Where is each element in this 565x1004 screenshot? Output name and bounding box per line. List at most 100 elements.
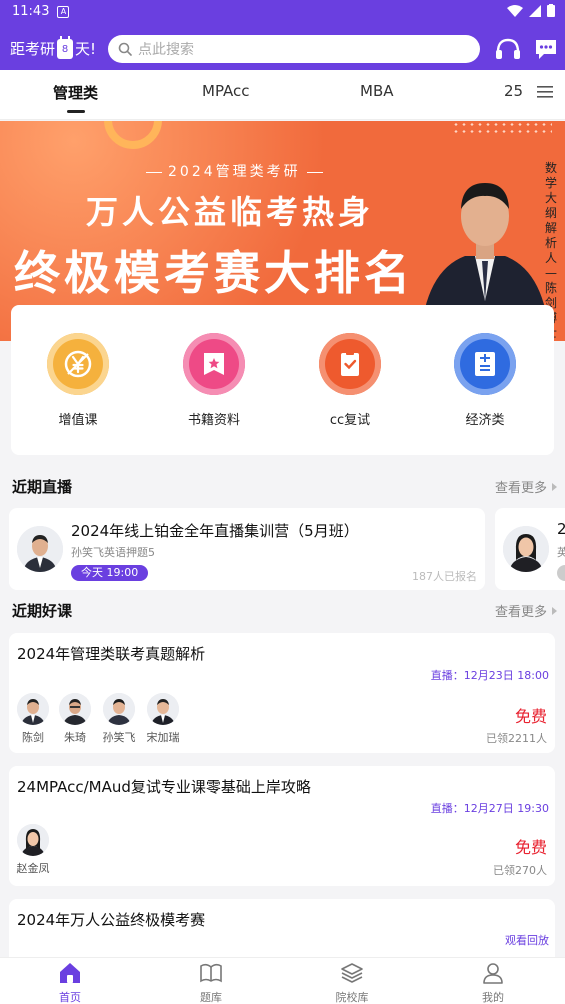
section-title-live: 近期直播 — [12, 478, 73, 496]
quick-item-label: 书籍资料 — [187, 413, 240, 428]
nav-label: 首页 — [59, 991, 81, 1004]
category-tabs: 管理类 MPAcc MBA 25 — [0, 70, 565, 120]
teacher-name: 孙笑飞 — [102, 731, 136, 744]
nav-schools[interactable]: 院校库 — [317, 962, 387, 1004]
headset-button[interactable] — [494, 36, 522, 62]
teacher-avatar — [503, 526, 549, 572]
bottom-nav: 首页 题库 院校库 我的 — [0, 957, 565, 1004]
live-subtitle: 英 — [557, 546, 565, 559]
teacher-avatar — [59, 693, 91, 725]
teacher-name: 陈剑 — [22, 731, 44, 744]
home-icon — [60, 963, 80, 983]
teacher-item: 宋加瑞 — [143, 693, 183, 745]
quick-item-label: cc复试 — [329, 413, 371, 428]
teacher-item: 孙笑飞 — [99, 693, 139, 745]
status-indicators — [507, 4, 555, 17]
banner-title: 万人公益临考热身 — [86, 193, 375, 231]
teacher-name: 宋加瑞 — [146, 731, 180, 744]
quick-item-economics[interactable]: 经济类 — [435, 333, 535, 428]
layers-icon — [341, 963, 363, 983]
course-price: 免费 — [514, 707, 547, 726]
headset-icon — [496, 38, 520, 59]
exam-countdown[interactable]: 距考研 8 天! — [10, 35, 97, 59]
quick-item-books[interactable]: 书籍资料 — [164, 333, 264, 428]
status-bar: 11:43 A — [12, 4, 70, 19]
quick-menu: 增值课 书籍资料 cc复试 经济类 — [11, 305, 554, 455]
tab-25[interactable]: 25 — [504, 82, 524, 100]
tab-management[interactable]: 管理类 — [53, 82, 98, 113]
see-more-label: 查看更多 — [494, 605, 547, 620]
nav-home[interactable]: 首页 — [35, 962, 105, 1004]
tab-mba[interactable]: MBA — [360, 82, 394, 100]
course-card[interactable]: 2024年管理类联考真题解析 直播：12月23日 18:00 陈剑 朱琦 孙笑飞… — [9, 633, 555, 753]
battery-icon — [547, 4, 555, 17]
nav-label: 院校库 — [335, 991, 369, 1004]
teacher-avatar — [17, 693, 49, 725]
live-title: 2024年线上铂金全年直播集训营（5月班） — [71, 522, 359, 540]
nav-label: 我的 — [482, 991, 504, 1004]
live-time-badge: 今天 19:00 — [71, 565, 149, 581]
clipboard-check-icon — [319, 333, 381, 395]
quick-item-label: 增值课 — [58, 413, 98, 428]
signal-icon — [529, 4, 541, 17]
course-live-time: 直播：12月27日 19:30 — [430, 802, 549, 815]
teacher-avatar — [17, 824, 49, 856]
banner-headline: 终极模考赛大排名 — [14, 246, 414, 300]
book-star-icon — [183, 333, 245, 395]
chat-bubble-icon — [536, 40, 556, 59]
courses-see-more-link[interactable]: 查看更多 — [495, 601, 557, 620]
live-subtitle: 孙笑飞英语押题5 — [71, 546, 155, 559]
wifi-icon — [507, 4, 523, 17]
live-card[interactable]: 2024年线上铂金全年直播集训营（5月班） 孙笑飞英语押题5 今天 19:00 … — [9, 508, 485, 590]
quick-item-cc-retest[interactable]: cc复试 — [300, 333, 400, 428]
section-title-courses: 近期好课 — [12, 602, 73, 620]
live-signup-count: 187人已报名 — [412, 570, 477, 583]
quick-item-label: 经济类 — [465, 413, 505, 428]
calculator-icon — [454, 333, 516, 395]
message-button[interactable] — [532, 36, 560, 62]
teacher-avatar — [147, 693, 179, 725]
teacher-avatar — [103, 693, 135, 725]
tab-mpacc[interactable]: MPAcc — [202, 82, 250, 100]
teacher-avatar — [17, 526, 63, 572]
course-live-time: 直播：12月23日 18:00 — [430, 669, 549, 682]
countdown-suffix: 天! — [75, 40, 97, 58]
teacher-item: 赵金凤 — [13, 824, 53, 876]
course-claimed-count: 已领2211人 — [486, 732, 547, 745]
teacher-name: 赵金凤 — [16, 862, 50, 875]
quick-item-value-course[interactable]: 增值课 — [28, 333, 128, 428]
see-more-label: 查看更多 — [494, 481, 547, 496]
nav-profile[interactable]: 我的 — [458, 962, 528, 1004]
course-title: 2024年万人公益终极模考赛 — [17, 911, 206, 929]
notification-a-icon: A — [57, 5, 70, 18]
countdown-days-badge: 8 — [57, 35, 74, 59]
search-bar[interactable]: 点此搜索 — [108, 35, 480, 63]
menu-icon[interactable] — [537, 85, 553, 99]
countdown-prefix: 距考研 — [10, 40, 56, 58]
status-time: 11:43 — [12, 4, 50, 19]
live-title: 2 — [557, 520, 565, 538]
user-icon — [483, 963, 503, 984]
course-claimed-count: 已领270人 — [493, 864, 547, 877]
banner-dots-decoration — [452, 121, 552, 135]
top-bar: 11:43 A 距考研 8 天! 点此搜索 — [0, 0, 565, 70]
course-title: 24MPAcc/MAud复试专业课零基础上岸攻略 — [17, 778, 311, 796]
chevron-right-icon — [552, 607, 557, 615]
live-time-badge — [557, 565, 565, 581]
course-title: 2024年管理类联考真题解析 — [17, 645, 206, 663]
live-card[interactable]: 2 英 — [495, 508, 565, 590]
app-screen: 11:43 A 距考研 8 天! 点此搜索 管理类 MPAcc MBA 25 2… — [0, 0, 565, 1004]
nav-question-bank[interactable]: 题库 — [176, 962, 246, 1004]
banner-subtitle: 2024管理类考研 — [140, 161, 329, 181]
teacher-item: 朱琦 — [55, 693, 95, 745]
chevron-right-icon — [552, 483, 557, 491]
teacher-item: 陈剑 — [13, 693, 53, 745]
course-replay-link[interactable]: 观看回放 — [505, 932, 549, 948]
book-open-icon — [200, 963, 222, 983]
yuan-coin-icon — [47, 333, 109, 395]
search-placeholder: 点此搜索 — [138, 42, 194, 58]
search-icon — [118, 42, 132, 56]
course-card[interactable]: 24MPAcc/MAud复试专业课零基础上岸攻略 直播：12月27日 19:30… — [9, 766, 555, 886]
nav-label: 题库 — [200, 991, 222, 1004]
live-see-more-link[interactable]: 查看更多 — [495, 477, 557, 496]
